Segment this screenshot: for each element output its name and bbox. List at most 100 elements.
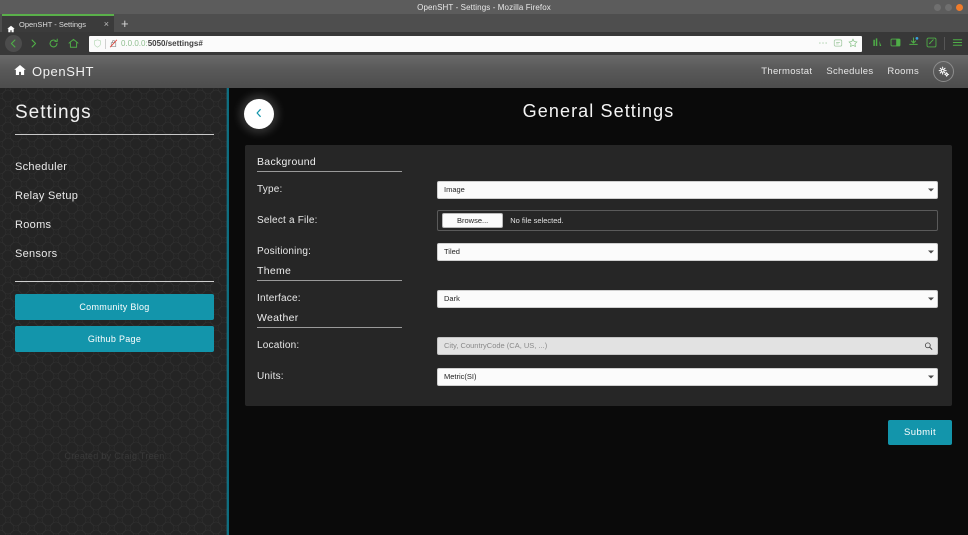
back-button[interactable] (244, 99, 274, 129)
sidebar-footer-credit: Created by Craig Treen (64, 451, 165, 461)
cogs-icon[interactable] (933, 61, 954, 82)
file-input[interactable]: Browse... No file selected. (437, 210, 938, 231)
sidebar-title: Settings (15, 102, 92, 123)
type-select[interactable]: Image (437, 180, 938, 199)
window-controls (934, 0, 963, 14)
reload-icon[interactable] (45, 35, 62, 52)
location-input-wrap[interactable] (437, 336, 938, 355)
forward-icon[interactable] (25, 35, 42, 52)
back-icon[interactable] (5, 35, 22, 52)
chevron-down-icon (928, 297, 934, 300)
field-control-location (437, 336, 938, 355)
field-label-type: Type: (257, 184, 283, 195)
sidebar-item-scheduler[interactable]: Scheduler (15, 153, 214, 182)
address-bar-actions (818, 35, 858, 53)
chevron-down-icon (928, 250, 934, 253)
settings-panel: Background Type: Image Select a File: Br… (245, 145, 952, 406)
interface-select[interactable]: Dark (437, 289, 938, 308)
body-row: Settings Scheduler Relay Setup Rooms Sen… (0, 88, 968, 535)
browse-button[interactable]: Browse... (442, 213, 504, 228)
sidebar-toggle-icon[interactable] (890, 35, 901, 53)
field-label-location: Location: (257, 340, 300, 351)
field-row-type: Type: Image (257, 176, 938, 203)
positioning-select[interactable]: Tiled (437, 242, 938, 261)
section-heading-background: Background (257, 156, 402, 172)
field-label-units: Units: (257, 371, 284, 382)
main-content: General Settings Background Type: Image (229, 88, 968, 535)
field-row-units: Units: Metric(SI) (257, 363, 938, 390)
web-page: OpenSHT Thermostat Schedules Rooms Setti… (0, 55, 968, 535)
community-blog-button[interactable]: Community Blog (15, 294, 214, 320)
sidebar-title-rule (15, 134, 214, 135)
field-label-interface: Interface: (257, 293, 301, 304)
chevron-down-icon (928, 188, 934, 191)
section-heading-theme: Theme (257, 265, 402, 281)
home-brand-icon (14, 63, 26, 81)
browser-toolbar: 0.0.0.0:5050/settings# (0, 32, 968, 55)
home-favicon (7, 20, 15, 33)
insecure-lock-icon[interactable] (109, 35, 118, 53)
address-bar[interactable]: 0.0.0.0:5050/settings# (89, 35, 862, 53)
field-control-type: Image (437, 180, 938, 199)
file-status-text: No file selected. (510, 216, 564, 225)
github-page-button[interactable]: Github Page (15, 326, 214, 352)
sidebar-item-rooms[interactable]: Rooms (15, 211, 214, 240)
hamburger-menu-icon[interactable] (952, 35, 963, 53)
field-row-interface: Interface: Dark (257, 285, 938, 312)
page-title: General Settings (522, 101, 675, 121)
nav-link-schedules[interactable]: Schedules (826, 66, 873, 77)
maximize-button[interactable] (945, 3, 952, 11)
field-control-positioning: Tiled (437, 242, 938, 261)
brand-name: OpenSHT (32, 64, 95, 79)
bookmark-star-icon[interactable] (848, 35, 858, 53)
new-tab-icon[interactable]: + (114, 16, 136, 32)
account-icon[interactable] (926, 35, 937, 53)
toolbar-icons (869, 35, 963, 53)
close-button[interactable] (956, 3, 963, 11)
tab-strip: OpenSHT - Settings × + (0, 14, 968, 33)
sidebar: Settings Scheduler Relay Setup Rooms Sen… (0, 88, 229, 535)
url-text: 0.0.0.0:5050/settings# (121, 39, 203, 48)
sidebar-divider (15, 281, 214, 282)
field-label-select-file: Select a File: (257, 215, 318, 226)
browser-tab[interactable]: OpenSHT - Settings × (2, 14, 114, 33)
nav-link-rooms[interactable]: Rooms (887, 66, 919, 77)
toolbar-divider (944, 37, 945, 50)
home-icon[interactable] (65, 35, 82, 52)
sidebar-item-sensors[interactable]: Sensors (15, 240, 214, 269)
tab-close-icon[interactable]: × (104, 19, 109, 29)
submit-button[interactable]: Submit (888, 420, 952, 445)
units-select[interactable]: Metric(SI) (437, 367, 938, 386)
downloads-icon[interactable] (908, 35, 919, 53)
submit-row: Submit (229, 420, 952, 445)
app-root: OpenSHT Thermostat Schedules Rooms Setti… (0, 55, 968, 535)
section-heading-weather: Weather (257, 312, 402, 328)
sidebar-item-relay-setup[interactable]: Relay Setup (15, 182, 214, 211)
field-control-interface: Dark (437, 289, 938, 308)
field-row-location: Location: (257, 332, 938, 359)
page-actions-icon[interactable] (818, 35, 828, 53)
library-icon[interactable] (872, 35, 883, 53)
field-control-select-file: Browse... No file selected. (437, 210, 938, 231)
brand[interactable]: OpenSHT (14, 63, 94, 81)
url-divider (105, 38, 106, 49)
field-label-positioning: Positioning: (257, 246, 312, 257)
app-navbar: OpenSHT Thermostat Schedules Rooms (0, 55, 968, 88)
chevron-left-icon (254, 105, 264, 123)
field-row-select-file: Select a File: Browse... No file selecte… (257, 207, 938, 234)
chevron-down-icon (928, 375, 934, 378)
shield-icon[interactable] (93, 35, 102, 53)
field-row-positioning: Positioning: Tiled (257, 238, 938, 265)
nav-link-thermostat[interactable]: Thermostat (761, 66, 812, 77)
search-icon[interactable] (924, 341, 933, 350)
minimize-button[interactable] (934, 3, 941, 11)
field-control-units: Metric(SI) (437, 367, 938, 386)
sidebar-nav: Scheduler Relay Setup Rooms Sensors (15, 153, 214, 269)
browser-window: OpenSHT - Settings - Mozilla Firefox Ope… (0, 0, 968, 535)
navbar-links: Thermostat Schedules Rooms (761, 61, 954, 82)
tab-title: OpenSHT - Settings (19, 19, 86, 29)
window-titlebar: OpenSHT - Settings - Mozilla Firefox (0, 0, 968, 14)
window-title: OpenSHT - Settings - Mozilla Firefox (417, 2, 551, 12)
location-input[interactable] (444, 341, 919, 350)
reader-mode-icon[interactable] (833, 35, 843, 53)
